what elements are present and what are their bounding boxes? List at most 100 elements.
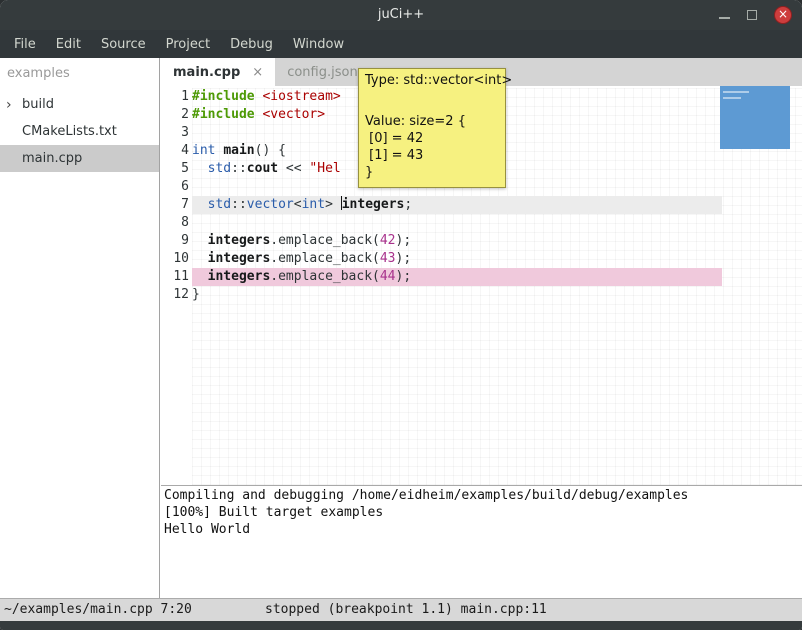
sidebar-item-main-cpp[interactable]: main.cpp xyxy=(0,145,159,172)
code-token xyxy=(192,233,208,248)
tooltip-value-line: } xyxy=(365,164,499,181)
minimize-icon[interactable] xyxy=(719,17,730,19)
line-number[interactable]: 2 xyxy=(161,106,189,124)
tab-main-cpp[interactable]: main.cpp × xyxy=(161,58,275,86)
tab-close-icon[interactable]: × xyxy=(252,65,263,80)
code-token: vector xyxy=(247,197,294,212)
status-bar: ~/examples/main.cpp 7:20 stopped (breakp… xyxy=(0,598,802,621)
code-token: int xyxy=(302,197,325,212)
code-token: } xyxy=(192,287,200,302)
overview-line xyxy=(723,91,749,93)
code-token xyxy=(192,161,208,176)
sidebar-item-build[interactable]: ›build xyxy=(0,91,159,118)
terminal-line: [100%] Built target examples xyxy=(164,504,799,521)
terminal-output[interactable]: Compiling and debugging /home/eidheim/ex… xyxy=(161,485,802,598)
tooltip-value-block: Value: size=2 { [0] = 42 [1] = 43} xyxy=(365,113,499,181)
line-number[interactable]: 11 xyxy=(161,268,189,286)
code-token: integers xyxy=(208,269,271,284)
tooltip-type-line: Type: std::vector<int> xyxy=(365,72,499,89)
tab-label: main.cpp xyxy=(173,65,240,80)
code-line: } xyxy=(192,286,722,304)
code-token: int xyxy=(192,143,215,158)
menu-item-edit[interactable]: Edit xyxy=(46,32,91,57)
sidebar-item-cmakelists-txt[interactable]: CMakeLists.txt xyxy=(0,118,159,145)
code-token: integers xyxy=(208,251,271,266)
menu-item-debug[interactable]: Debug xyxy=(220,32,283,57)
tooltip-value-line: [1] = 43 xyxy=(365,147,499,164)
code-token xyxy=(192,197,208,212)
code-token: std xyxy=(208,161,231,176)
menu-bar: FileEditSourceProjectDebugWindow xyxy=(0,30,802,58)
file-tree: ›build CMakeLists.txt main.cpp xyxy=(0,91,159,172)
code-token: "Hel xyxy=(309,161,340,176)
overview-line xyxy=(723,97,741,99)
code-token: .emplace_back( xyxy=(270,251,380,266)
code-token: #include xyxy=(192,107,255,122)
window-controls: × xyxy=(719,0,792,30)
close-icon[interactable]: × xyxy=(774,6,792,24)
code-token: ); xyxy=(396,269,412,284)
code-token: main xyxy=(223,143,254,158)
file-label: CMakeLists.txt xyxy=(22,124,117,139)
line-number[interactable]: 9 xyxy=(161,232,189,250)
code-token: .emplace_back( xyxy=(270,269,380,284)
code-token: <vector> xyxy=(262,107,325,122)
code-token xyxy=(192,251,208,266)
code-line: std::vector<int> integers; xyxy=(192,196,722,214)
code-token: cout xyxy=(247,161,278,176)
code-token: integers xyxy=(342,197,405,212)
code-token: std xyxy=(208,197,231,212)
code-token: 44 xyxy=(380,269,396,284)
menu-item-file[interactable]: File xyxy=(4,32,46,57)
code-token: :: xyxy=(231,197,247,212)
maximize-icon[interactable] xyxy=(747,10,757,20)
line-number-gutter[interactable]: 123456789101112 xyxy=(161,88,189,304)
line-number[interactable]: 8 xyxy=(161,214,189,232)
terminal-line: Hello World xyxy=(164,521,799,538)
app-window: juCi++ × FileEditSourceProjectDebugWindo… xyxy=(0,0,802,630)
code-token: :: xyxy=(231,161,247,176)
code-line: integers.emplace_back(43); xyxy=(192,250,722,268)
code-token: < xyxy=(294,197,302,212)
code-token: ); xyxy=(396,233,412,248)
line-number[interactable]: 10 xyxy=(161,250,189,268)
line-number[interactable]: 12 xyxy=(161,286,189,304)
line-number[interactable]: 1 xyxy=(161,88,189,106)
menu-item-window[interactable]: Window xyxy=(283,32,354,57)
code-token: 42 xyxy=(380,233,396,248)
debug-value-tooltip: Type: std::vector<int> Value: size=2 { [… xyxy=(358,68,506,188)
code-token: > xyxy=(325,197,341,212)
tab-label: config.json xyxy=(287,65,358,80)
window-title: juCi++ xyxy=(0,0,802,30)
chevron-right-icon[interactable]: › xyxy=(6,98,22,112)
line-number[interactable]: 4 xyxy=(161,142,189,160)
menu-item-project[interactable]: Project xyxy=(156,32,220,57)
tooltip-value-line: Value: size=2 { xyxy=(365,113,499,130)
code-line: integers.emplace_back(44); xyxy=(192,268,722,286)
line-number[interactable]: 7 xyxy=(161,196,189,214)
scroll-overview-thumb[interactable] xyxy=(720,86,790,149)
code-token: integers xyxy=(208,233,271,248)
code-line: integers.emplace_back(42); xyxy=(192,232,722,250)
status-debug-state: stopped (breakpoint 1.1) main.cpp:11 xyxy=(265,602,547,617)
title-bar: juCi++ × xyxy=(0,0,802,30)
window-bottom-edge xyxy=(0,621,802,630)
code-line xyxy=(192,214,722,232)
code-token: () { xyxy=(255,143,286,158)
terminal-line: Compiling and debugging /home/eidheim/ex… xyxy=(164,487,799,504)
code-token: << xyxy=(278,161,309,176)
code-token xyxy=(192,269,208,284)
line-number[interactable]: 6 xyxy=(161,178,189,196)
code-token: ; xyxy=(404,197,412,212)
code-token: <iostream> xyxy=(262,89,340,104)
file-label: build xyxy=(22,97,54,112)
code-token: #include xyxy=(192,89,255,104)
code-token: 43 xyxy=(380,251,396,266)
code-token: .emplace_back( xyxy=(270,233,380,248)
menu-item-source[interactable]: Source xyxy=(91,32,156,57)
status-cursor-position: ~/examples/main.cpp 7:20 xyxy=(4,602,192,617)
line-number[interactable]: 5 xyxy=(161,160,189,178)
tooltip-value-line: [0] = 42 xyxy=(365,130,499,147)
line-number[interactable]: 3 xyxy=(161,124,189,142)
file-label: main.cpp xyxy=(22,151,82,166)
